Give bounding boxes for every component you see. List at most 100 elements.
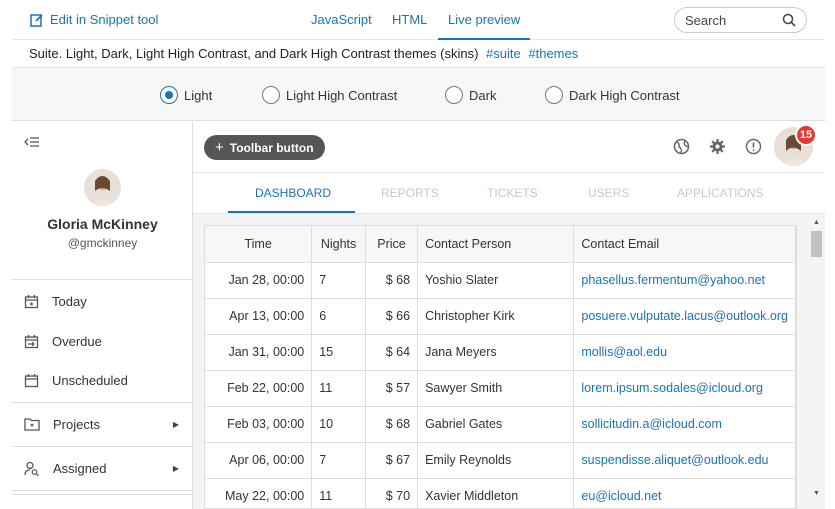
toolbar-button[interactable]: + Toolbar button [204, 135, 325, 160]
cell-contact-person: Sawyer Smith [417, 370, 575, 407]
collapse-sidebar-button[interactable] [24, 136, 40, 151]
calendar-star-icon [24, 294, 39, 308]
table-row[interactable]: Jan 28, 00:00 7 $ 68 Yoshio Slater phasellus… [205, 262, 796, 299]
cell-contact-email[interactable]: mollis@aol.edu [573, 334, 796, 371]
tag-suite[interactable]: #suite [486, 46, 521, 61]
sidebar-item-overdue[interactable]: Overdue [12, 322, 193, 360]
sidebar-item-label: Assigned [53, 460, 107, 476]
info-button[interactable] [745, 138, 762, 158]
divider [12, 279, 193, 280]
cell-time: Jan 31, 00:00 [205, 334, 313, 371]
edit-in-snippet-link[interactable]: Edit in Snippet tool [30, 12, 158, 27]
theme-selector: Light Light High Contrast Dark Dark High… [12, 68, 825, 121]
tag-themes[interactable]: #themes [528, 46, 578, 61]
scrollbar-thumb[interactable] [811, 231, 822, 257]
edit-icon [30, 13, 43, 27]
user-name: Gloria McKinney [47, 216, 158, 232]
collapse-menu-icon [24, 137, 39, 147]
sidebar-item-projects[interactable]: Projects ▶ [12, 405, 193, 443]
edit-link-label: Edit in Snippet tool [50, 12, 159, 27]
cell-contact-person: Jana Meyers [417, 334, 575, 371]
cell-nights: 7 [311, 262, 366, 299]
main-toolbar: + Toolbar button 15 [193, 122, 825, 172]
cell-nights: 10 [311, 406, 366, 443]
sidebar-item-label: Overdue [52, 333, 102, 349]
cell-contact-person: Yoshio Slater [417, 262, 575, 299]
cell-nights: 11 [311, 478, 366, 508]
cell-contact-email[interactable]: phasellus.fermentum@yahoo.net [573, 262, 796, 299]
tab-reports[interactable]: Reports [381, 186, 439, 200]
sidebar: Gloria McKinney @gmckinney Today Overdue… [12, 122, 193, 509]
cell-contact-email[interactable]: posuere.vulputate.lacus@outlook.org [573, 298, 796, 335]
language-button[interactable] [673, 138, 690, 158]
cell-contact-email[interactable]: eu@icloud.net [573, 478, 796, 508]
cell-contact-email[interactable]: suspendisse.aliquet@outlook.edu [573, 442, 796, 479]
data-grid: Time Nights Price Contact Person Contact… [204, 225, 797, 509]
search-placeholder: Search [685, 12, 727, 28]
cell-time: Jan 28, 00:00 [205, 262, 313, 299]
scroll-up-icon[interactable]: ▲ [813, 219, 820, 226]
sidebar-item-label: Unscheduled [52, 372, 128, 388]
column-header-nights[interactable]: Nights [311, 226, 366, 263]
globe-icon [673, 138, 690, 155]
plus-icon: + [215, 139, 224, 156]
avatar[interactable] [84, 169, 121, 206]
column-header-contact-person[interactable]: Contact Person [417, 226, 575, 263]
sidebar-item-assigned[interactable]: Assigned ▶ [12, 449, 193, 487]
cell-contact-email[interactable]: lorem.ipsum.sodales@icloud.org [573, 370, 796, 407]
tab-tickets[interactable]: Tickets [487, 186, 538, 200]
tab-applications[interactable]: Applications [677, 186, 763, 200]
vertical-scrollbar[interactable]: ▲ ▼ [809, 214, 825, 509]
cell-price: $ 68 [365, 406, 419, 443]
cell-nights: 15 [311, 334, 366, 371]
tab-javascript[interactable]: JavaScript [311, 12, 372, 27]
search-input[interactable]: Search [674, 7, 807, 33]
theme-radio-light[interactable]: Light [160, 86, 212, 104]
settings-button[interactable] [709, 138, 726, 158]
description-text: Suite. Light, Dark, Light High Contrast,… [29, 46, 479, 61]
folder-star-icon [24, 418, 40, 431]
sidebar-item-label: Projects [53, 416, 100, 432]
calendar-arrow-icon [24, 334, 39, 348]
cell-contact-person: Xavier Middleton [417, 478, 575, 508]
cell-time: Feb 03, 00:00 [205, 406, 313, 443]
table-row[interactable]: Apr 06, 00:00 7 $ 67 Emily Reynolds suspendi… [205, 442, 796, 479]
divider [12, 494, 193, 495]
sidebar-item-today[interactable]: Today [12, 282, 193, 320]
sidebar-item-unscheduled[interactable]: Unscheduled [12, 361, 193, 399]
cell-price: $ 70 [365, 478, 419, 508]
grid-body: Jan 28, 00:00 7 $ 68 Yoshio Slater phasellus… [205, 262, 796, 508]
table-row[interactable]: May 22, 00:00 11 $ 70 Xavier Middleton eu@ic… [205, 478, 796, 508]
theme-label-dark: Dark [469, 87, 497, 103]
table-row[interactable]: Feb 22, 00:00 11 $ 57 Sawyer Smith lorem.ips… [205, 370, 796, 407]
table-row[interactable]: Jan 31, 00:00 15 $ 64 Jana Meyers mollis@aol… [205, 334, 796, 371]
nav-tabs: Dashboard Reports Tickets Users Applicat… [193, 172, 825, 214]
theme-radio-dark[interactable]: Dark [445, 86, 496, 104]
cell-price: $ 68 [365, 262, 419, 299]
scroll-down-icon[interactable]: ▼ [813, 490, 820, 497]
tab-live-preview[interactable]: Live preview [438, 12, 531, 40]
chevron-right-icon: ▶ [172, 419, 179, 429]
grid-table: Time Nights Price Contact Person Contact… [205, 226, 796, 508]
description-bar: Suite. Light, Dark, Light High Contrast,… [12, 40, 825, 68]
table-row[interactable]: Apr 13, 00:00 6 $ 66 Christopher Kirk posuer… [205, 298, 796, 335]
grid-area: Time Nights Price Contact Person Contact… [193, 214, 825, 509]
cell-contact-email[interactable]: sollicitudin.a@icloud.com [573, 406, 796, 443]
theme-label-dark-high-contrast: Dark High Contrast [569, 87, 680, 103]
column-header-price[interactable]: Price [365, 226, 419, 263]
column-header-time[interactable]: Time [205, 226, 313, 263]
divider [12, 402, 193, 403]
toolbar-button-label: Toolbar button [229, 140, 314, 155]
cell-time: Feb 22, 00:00 [205, 370, 313, 407]
cell-contact-person: Gabriel Gates [417, 406, 575, 443]
tab-html[interactable]: HTML [392, 12, 427, 27]
theme-radio-dark-high-contrast[interactable]: Dark High Contrast [545, 86, 680, 104]
tab-dashboard[interactable]: Dashboard [255, 186, 331, 200]
cell-time: May 22, 00:00 [205, 478, 313, 508]
table-row[interactable]: Feb 03, 00:00 10 $ 68 Gabriel Gates sollicit… [205, 406, 796, 443]
tab-users[interactable]: Users [588, 186, 629, 200]
notification-badge: 15 [795, 124, 817, 146]
theme-radio-light-high-contrast[interactable]: Light High Contrast [262, 86, 397, 104]
search-icon [782, 13, 796, 27]
column-header-contact-email[interactable]: Contact Email [573, 226, 796, 263]
